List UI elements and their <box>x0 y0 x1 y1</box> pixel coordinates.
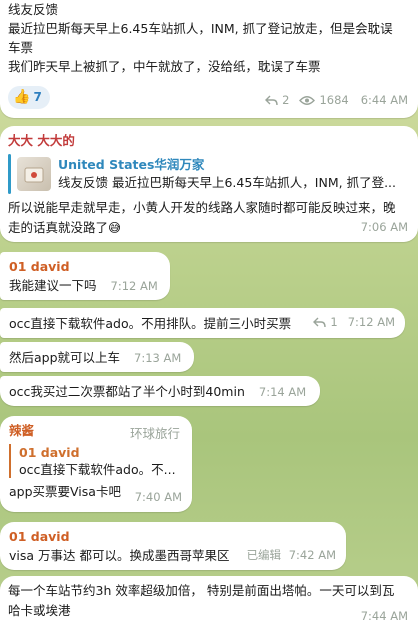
message-time: 7:12 AM <box>347 315 395 329</box>
reply-arrow-icon <box>265 95 278 106</box>
reply-count: 1 <box>330 315 338 329</box>
reply-quote[interactable]: United States华润万家 线友反馈 最近拉巴斯每天早上6.45车站抓人… <box>8 154 410 194</box>
reply-quote[interactable]: 01 david occ直接下载软件ado。不... <box>9 444 181 478</box>
reply-snippet: occ直接下载软件ado。不... <box>19 462 176 477</box>
chat-area[interactable]: 线友反馈 最近拉巴斯每天早上6.45车站抓人，INM, 抓了登记放走，但是会耽误… <box>0 0 418 624</box>
message-text: 所以说能早走就早走，小黄人开发的线路人家随时都可能反映过来，晚 走的话真就没路了… <box>8 200 396 235</box>
message-bubble[interactable]: 辣酱 环球旅行 01 david occ直接下载软件ado。不... app买票… <box>0 416 192 512</box>
message-time: 7:14 AM <box>258 385 307 399</box>
sender-name[interactable]: 01 david <box>9 258 160 276</box>
message-bubble[interactable]: 然后app就可以上车 7:13 AM <box>0 342 194 372</box>
message-time: 7:44 AM <box>360 609 408 623</box>
reply-author: United States华润万家 <box>58 157 205 172</box>
reply-arrow-icon <box>313 317 327 328</box>
message-time: 7:42 AM <box>288 548 336 562</box>
sender-name[interactable]: 01 david <box>9 528 336 546</box>
reply-count: 2 <box>282 93 290 107</box>
message-time: 7:13 AM <box>134 351 182 365</box>
image-thumbnail-icon <box>24 167 44 183</box>
message-time: 6:44 AM <box>360 93 408 107</box>
message-meta: 已编辑 7:42 AM <box>247 546 336 565</box>
reaction-bar: 👍 7 2 1684 6:44 AM <box>8 86 410 109</box>
message-text: 每一个车站节约3h 效率超级加倍， 特别是前面出塔帕。一天可以到瓦 哈卡或埃港 <box>8 583 395 618</box>
reply-author: 01 david <box>19 445 80 460</box>
message-time: 7:06 AM <box>360 220 408 234</box>
message-meta: 1 7:12 AM <box>313 313 395 332</box>
message-time: 7:40 AM <box>134 490 182 504</box>
message-bubble[interactable]: 线友反馈 最近拉巴斯每天早上6.45车站抓人，INM, 抓了登记放走，但是会耽误… <box>0 0 418 118</box>
message-text: 线友反馈 最近拉巴斯每天早上6.45车站抓人，INM, 抓了登记放走，但是会耽误… <box>8 2 393 74</box>
message-meta: 2 1684 6:44 AM <box>265 91 408 110</box>
sender-name[interactable]: 大大 大大的 <box>8 132 410 150</box>
reply-snippet: 线友反馈 最近拉巴斯每天早上6.45车站抓人，INM, 抓了登... <box>58 175 396 190</box>
message-bubble[interactable]: 01 david 我能建议一下吗 7:12 AM <box>0 252 170 300</box>
message-time: 7:12 AM <box>110 279 158 293</box>
message-text: occ我买过二次票都站了半个小时到40min 7:14 AM <box>9 384 307 399</box>
message-bubble[interactable]: 大大 大大的 United States华润万家 线友反馈 最近拉巴斯每天早上6… <box>0 126 418 242</box>
message-bubble[interactable]: 01 david visa 万事达 都可以。换成墨西哥苹果区 已编辑 7:42 … <box>0 522 346 570</box>
reply-thumbnail <box>17 157 51 191</box>
sender-tag: 环球旅行 <box>129 426 180 441</box>
edited-label: 已编辑 <box>246 548 282 562</box>
reaction-thumbs-up[interactable]: 👍 7 <box>8 86 50 109</box>
message-bubble[interactable]: occ我买过二次票都站了半个小时到40min 7:14 AM <box>0 376 320 406</box>
view-count: 1684 <box>319 93 349 107</box>
eye-icon <box>299 96 316 105</box>
message-bubble[interactable]: occ直接下载软件ado。不用排队。提前三小时买票 1 7:12 AM <box>0 308 405 338</box>
message-bubble[interactable]: 每一个车站节约3h 效率超级加倍， 特别是前面出塔帕。一天可以到瓦 哈卡或埃港 … <box>0 576 418 624</box>
message-text: 然后app就可以上车 7:13 AM <box>9 350 182 365</box>
thumbs-up-icon: 👍 <box>13 89 31 105</box>
message-text: 我能建议一下吗 7:12 AM <box>9 278 158 293</box>
